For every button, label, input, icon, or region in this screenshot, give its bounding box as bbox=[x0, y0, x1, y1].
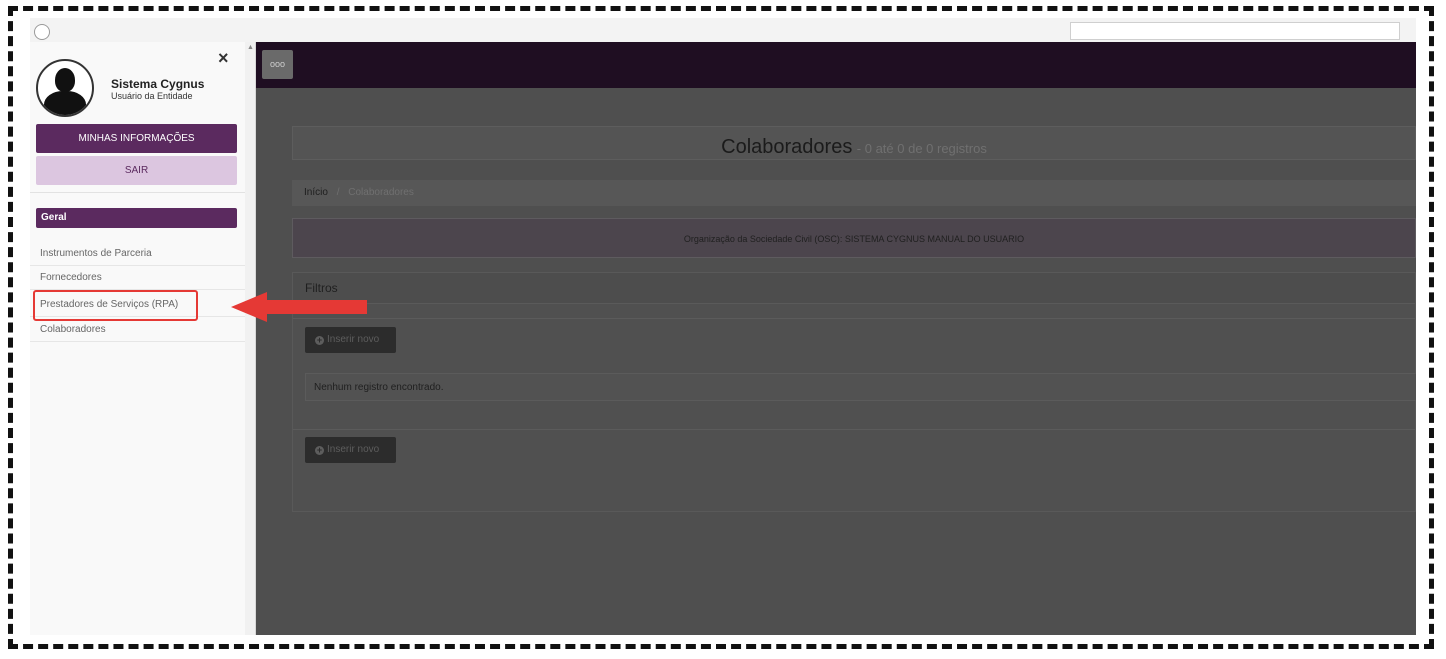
insert-new-label: Inserir novo bbox=[327, 444, 380, 455]
osc-banner: Organização da Sociedade Civil (OSC): SI… bbox=[292, 218, 1416, 258]
browser-search-box[interactable] bbox=[1070, 22, 1400, 40]
highlight-box bbox=[33, 290, 198, 321]
insert-new-label: Inserir novo bbox=[327, 334, 380, 345]
menu-toggle-icon[interactable]: ooo bbox=[262, 50, 293, 79]
breadcrumb: Início / Colaboradores bbox=[292, 180, 1416, 206]
sidebar-item-colaboradores[interactable]: Colaboradores bbox=[30, 318, 245, 342]
breadcrumb-current: Colaboradores bbox=[348, 187, 414, 198]
avatar-body bbox=[44, 91, 86, 115]
sidebar: × Sistema Cygnus Usuário da Entidade MIN… bbox=[30, 42, 246, 635]
insert-new-button-top[interactable]: + Inserir novo bbox=[305, 327, 396, 353]
results-divider bbox=[293, 429, 1415, 430]
page-title: Colaboradores bbox=[721, 136, 853, 158]
sidebar-item-fornecedores[interactable]: Fornecedores bbox=[30, 266, 245, 290]
avatar bbox=[36, 59, 94, 117]
breadcrumb-home[interactable]: Início bbox=[304, 187, 328, 198]
browser-bar bbox=[30, 18, 1416, 43]
breadcrumb-separator: / bbox=[336, 187, 340, 198]
user-role: Usuário da Entidade bbox=[111, 91, 193, 101]
page-title-panel: Colaboradores - 0 até 0 de 0 registros bbox=[292, 126, 1416, 160]
page-subtitle: - 0 até 0 de 0 registros bbox=[856, 141, 987, 156]
filters-title[interactable]: Filtros bbox=[293, 273, 1415, 304]
sidebar-item-instrumentos[interactable]: Instrumentos de Parceria bbox=[30, 242, 245, 266]
avatar-head bbox=[55, 68, 75, 92]
logout-button[interactable]: SAIR bbox=[36, 156, 237, 185]
scroll-up-icon[interactable]: ▲ bbox=[247, 44, 254, 51]
plus-circle-icon: + bbox=[315, 335, 324, 345]
sidebar-scrollbar[interactable]: ▲ bbox=[245, 42, 256, 635]
info-icon bbox=[34, 24, 50, 40]
sidebar-divider bbox=[30, 192, 245, 193]
close-icon[interactable]: × bbox=[218, 48, 229, 68]
section-geral: Geral bbox=[36, 208, 237, 228]
user-name: Sistema Cygnus bbox=[111, 77, 205, 91]
top-bar bbox=[256, 42, 1416, 88]
my-info-button[interactable]: MINHAS INFORMAÇÕES bbox=[36, 124, 237, 153]
app-viewport: × Sistema Cygnus Usuário da Entidade MIN… bbox=[30, 42, 1416, 635]
empty-message: Nenhum registro encontrado. bbox=[305, 373, 1416, 401]
filters-divider bbox=[293, 318, 1415, 319]
plus-circle-icon: + bbox=[315, 445, 324, 455]
filters-panel: Filtros + Inserir novo Nenhum registro en… bbox=[292, 272, 1416, 512]
annotation-arrow-icon bbox=[231, 292, 367, 322]
insert-new-button-bottom[interactable]: + Inserir novo bbox=[305, 437, 396, 463]
